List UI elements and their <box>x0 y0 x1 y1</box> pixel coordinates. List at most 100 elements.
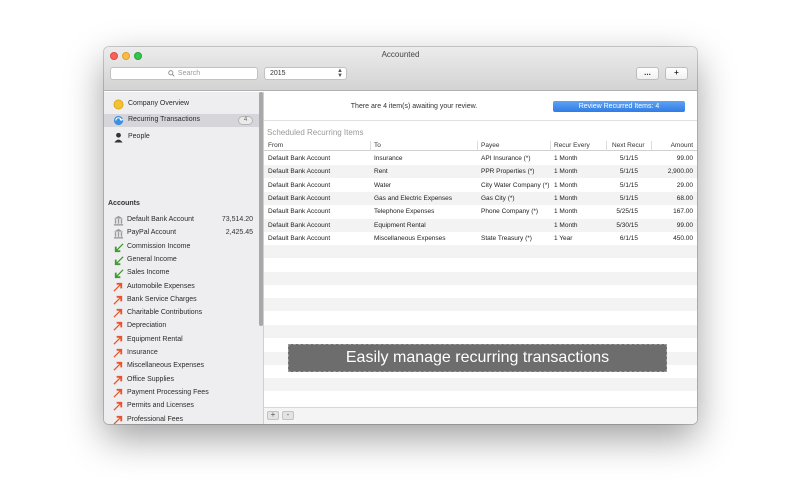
cell-from: Default Bank Account <box>268 168 331 176</box>
expense-arrow-icon <box>113 295 123 305</box>
account-label: Professional Fees <box>127 415 184 423</box>
income-arrow-icon <box>114 242 124 252</box>
cell-amount: 29.00 <box>676 181 693 189</box>
table-row[interactable]: Default Bank Account Insurance API Insuran… <box>264 152 697 165</box>
account-balance: 73,514.20 <box>221 216 253 223</box>
chevron-updown-icon: ▲ ▼ <box>337 68 343 79</box>
year-selector[interactable]: 2015 ▲ ▼ <box>264 67 347 80</box>
table-row[interactable]: Default Bank Account Miscellaneous Expens… <box>264 232 697 245</box>
cell-recur: 1 Month <box>554 221 578 229</box>
add-item-button[interactable]: + <box>267 411 279 420</box>
table-row[interactable]: Default Bank Account Equipment Rental 1 Mo… <box>264 218 697 232</box>
empty-row <box>264 298 697 312</box>
expense-arrow-icon <box>113 322 123 332</box>
empty-row <box>264 285 697 298</box>
account-item[interactable]: Depreciation <box>104 320 259 333</box>
cell-next: 5/25/15 <box>616 208 638 216</box>
column-divider <box>477 141 478 151</box>
sidebar-item-label: Company Overview <box>128 100 190 107</box>
account-item[interactable]: Commission Income <box>104 241 259 254</box>
account-item[interactable]: Automobile Expenses <box>104 281 259 294</box>
remove-item-button[interactable]: - <box>282 411 294 420</box>
account-item[interactable]: Permits and Licenses <box>104 400 259 413</box>
column-header-to[interactable]: To <box>374 142 381 149</box>
recurring-icon <box>113 115 124 126</box>
accounts-header: Accounts <box>108 200 140 207</box>
promo-caption: Easily manage recurring transactions <box>288 344 667 372</box>
cell-amount: 167.00 <box>673 208 693 216</box>
account-item[interactable]: Insurance <box>104 347 259 360</box>
column-header-recur-every[interactable]: Recur Every <box>554 142 590 149</box>
expense-arrow-icon <box>113 309 123 318</box>
cell-to: Rent <box>374 168 388 176</box>
expense-arrow-icon <box>113 362 123 371</box>
search-icon <box>168 70 175 77</box>
account-item[interactable]: Office Supplies <box>104 374 259 387</box>
review-message: There are 4 item(s) awaiting your review… <box>350 103 478 110</box>
account-item[interactable]: PayPal Account 2,425.45 <box>104 227 259 240</box>
empty-row <box>264 378 697 392</box>
expense-arrow-icon <box>113 335 123 345</box>
more-button[interactable]: ... <box>636 67 659 80</box>
expense-arrow-icon <box>113 282 123 292</box>
account-label: Office Supplies <box>127 375 174 383</box>
sidebar-item-company-overview[interactable]: Company Overview <box>104 98 259 111</box>
sidebar: Company Overview Recurring Transactions … <box>104 92 264 424</box>
column-header-next-recur[interactable]: Next Recur <box>612 142 645 149</box>
account-item[interactable]: Equipment Rental <box>104 334 259 347</box>
empty-row <box>264 271 697 285</box>
account-balance: 2,425.45 <box>225 229 253 237</box>
main-panel: There are 4 item(s) awaiting your review… <box>264 92 697 424</box>
expense-arrow-icon <box>113 388 123 398</box>
table-row[interactable]: Default Bank Account Rent PPR Properties (… <box>264 165 697 179</box>
review-recurred-items-button[interactable]: Review Recurred Items: 4 <box>553 101 685 112</box>
table-row[interactable]: Default Bank Account Water City Water Comp… <box>264 179 697 192</box>
expense-arrow-icon <box>113 402 123 411</box>
cell-from: Default Bank Account <box>268 221 331 229</box>
column-header-amount[interactable]: Amount <box>671 142 693 149</box>
account-item[interactable]: General Income <box>104 254 259 267</box>
search-input[interactable]: Search <box>110 67 258 80</box>
search-placeholder: Search <box>177 70 201 77</box>
column-header-from[interactable]: From <box>268 142 283 149</box>
sidebar-item-recurring-transactions[interactable]: Recurring Transactions 4 <box>104 114 259 127</box>
cell-amount: 68.00 <box>676 194 693 202</box>
account-item[interactable]: Default Bank Account 73,514.20 <box>104 214 259 227</box>
account-item[interactable]: Sales Income <box>104 267 259 280</box>
review-banner: There are 4 item(s) awaiting your review… <box>264 92 697 121</box>
cell-recur: 1 Year <box>554 234 573 242</box>
person-icon <box>114 132 123 143</box>
cell-amount: 99.00 <box>676 221 693 229</box>
cell-amount: 2,900.00 <box>667 168 693 176</box>
account-item[interactable]: Charitable Contributions <box>104 307 259 320</box>
table-row[interactable]: Default Bank Account Gas and Electric Exp… <box>264 191 697 205</box>
account-item[interactable]: Miscellaneous Expenses <box>104 360 259 373</box>
table-row[interactable]: Default Bank Account Telephone Expenses Ph… <box>264 205 697 218</box>
account-label: PayPal Account <box>127 229 177 237</box>
sidebar-item-people[interactable]: People <box>104 131 259 144</box>
income-arrow-icon <box>114 256 124 265</box>
column-divider <box>651 141 652 151</box>
cell-to: Gas and Electric Expenses <box>374 194 453 202</box>
expense-arrow-icon <box>113 348 123 358</box>
globe-icon <box>113 99 124 110</box>
column-header-payee[interactable]: Payee <box>481 142 499 149</box>
account-label: Default Bank Account <box>127 216 194 223</box>
column-divider <box>370 141 371 151</box>
column-divider <box>606 141 607 151</box>
cell-recur: 1 Month <box>554 168 578 176</box>
cell-to: Insurance <box>374 155 403 162</box>
account-item[interactable]: Payment Processing Fees <box>104 387 259 400</box>
empty-row <box>264 258 697 271</box>
cell-next: 6/1/15 <box>619 234 638 242</box>
cell-payee: Gas City (*) <box>481 194 515 202</box>
account-label: Payment Processing Fees <box>127 388 209 396</box>
add-button[interactable]: + <box>665 67 688 80</box>
year-value: 2015 <box>270 70 286 77</box>
income-arrow-icon <box>114 269 124 279</box>
sidebar-scrollbar[interactable] <box>259 92 263 326</box>
cell-next: 5/1/15 <box>619 194 638 202</box>
cell-payee: PPR Properties (*) <box>481 168 535 176</box>
account-item[interactable]: Professional Fees <box>104 414 259 424</box>
account-item[interactable]: Bank Service Charges <box>104 294 259 307</box>
